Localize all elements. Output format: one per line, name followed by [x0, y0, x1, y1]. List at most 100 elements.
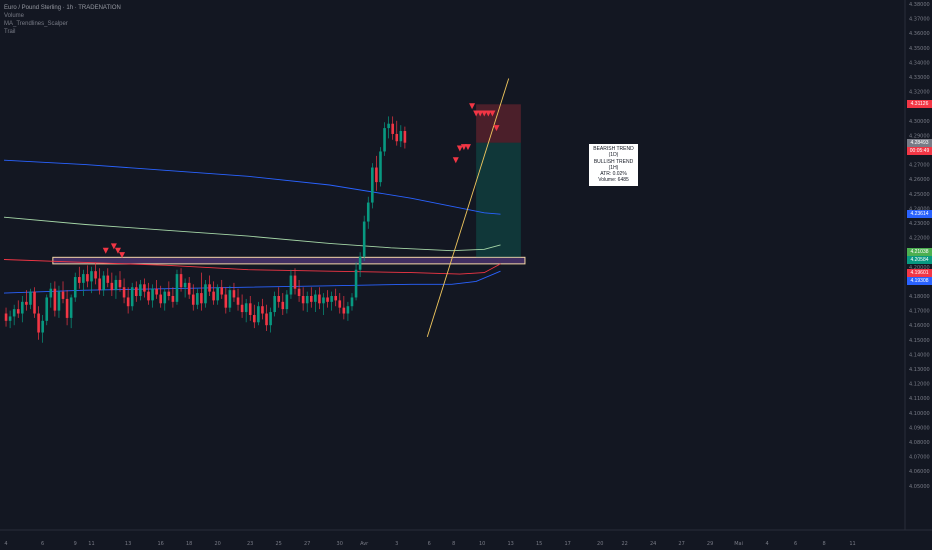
candle-body-95 — [391, 123, 394, 134]
time-tick-12: Avr — [360, 541, 369, 547]
chart-legend: Euro / Pound Sterling · 1h · TRADENATION… — [4, 4, 121, 36]
sell-signal-marker-0 — [102, 247, 109, 254]
candle-body-41 — [171, 296, 175, 302]
candle-body-39 — [163, 291, 167, 304]
candle-body-51 — [212, 291, 215, 301]
candle-body-91 — [375, 167, 378, 183]
candle-body-49 — [204, 284, 207, 304]
candle-body-31 — [130, 287, 134, 307]
price-tick-23: 4.15000 — [909, 338, 930, 344]
candle-body-43 — [179, 274, 183, 288]
candle-body-38 — [159, 294, 162, 304]
candle-body-69 — [285, 294, 289, 310]
candle-body-53 — [220, 287, 224, 295]
zone-0 — [52, 256, 526, 265]
candle-body-83 — [342, 307, 346, 314]
price-tag-7: 4.19308 — [907, 277, 932, 286]
candle-body-65 — [269, 312, 272, 326]
candle-body-61 — [253, 314, 256, 323]
candle-body-94 — [387, 123, 390, 129]
candle-body-28 — [118, 279, 122, 288]
candle-body-35 — [147, 291, 150, 301]
price-tick-5: 4.33000 — [909, 75, 930, 81]
info-line-volume: Volume: 6485 — [598, 177, 629, 184]
candle-body-25 — [106, 275, 110, 283]
candle-body-60 — [248, 303, 252, 315]
candle-body-14 — [61, 291, 65, 299]
candle-body-57 — [236, 297, 240, 305]
candle-body-71 — [293, 275, 297, 289]
time-tick-21: 22 — [621, 541, 627, 547]
candle-body-4 — [21, 301, 24, 314]
candle-body-33 — [139, 284, 142, 296]
price-tick-33: 4.05000 — [909, 484, 930, 490]
candle-body-56 — [232, 290, 236, 298]
sell-signal-marker-5 — [456, 145, 463, 152]
candle-body-46 — [191, 294, 195, 305]
chart-canvas[interactable]: 4.38000 4.37000 4.36000 4.35000 4.34000 4.330… — [0, 0, 932, 550]
price-tick-31: 4.07000 — [909, 455, 930, 461]
time-tick-17: 13 — [507, 541, 513, 547]
price-tick-21: 4.17000 — [909, 309, 930, 315]
candle-body-6 — [29, 291, 32, 305]
candle-body-81 — [334, 296, 338, 301]
candle-body-97 — [399, 131, 403, 142]
candle-body-86 — [354, 269, 358, 298]
time-tick-11: 30 — [337, 541, 343, 547]
candle-body-62 — [257, 306, 260, 323]
candle-body-77 — [318, 294, 321, 304]
moving-average-1 — [3, 216, 501, 252]
candle-body-2 — [12, 309, 16, 317]
candle-body-96 — [395, 133, 399, 142]
time-tick-10: 27 — [304, 541, 310, 547]
time-tick-24: 29 — [707, 541, 713, 547]
legend-indicator-trail[interactable]: Trail — [4, 28, 121, 36]
candle-body-59 — [244, 303, 248, 313]
candle-body-50 — [208, 284, 211, 292]
price-tick-16: 4.22000 — [909, 236, 930, 242]
legend-symbol[interactable]: Euro / Pound Sterling · 1h · TRADENATION — [4, 4, 121, 12]
time-tick-4: 13 — [125, 541, 131, 547]
candle-body-45 — [187, 282, 191, 295]
candle-body-24 — [102, 275, 106, 291]
candle-body-26 — [110, 282, 114, 291]
price-tag-4: 4.21038 — [907, 247, 932, 256]
time-tick-19: 17 — [564, 541, 570, 547]
price-tick-8: 4.30000 — [909, 119, 930, 125]
time-tick-2: 9 — [74, 541, 77, 547]
price-tick-2: 4.36000 — [909, 31, 930, 37]
price-tick-11: 4.27000 — [909, 163, 930, 169]
candle-body-18 — [77, 277, 81, 283]
price-tick-4: 4.34000 — [909, 60, 930, 66]
candle-body-7 — [33, 291, 36, 314]
price-tag-6: 4.19601 — [907, 268, 932, 277]
candle-body-87 — [358, 256, 362, 270]
candle-body-98 — [403, 131, 407, 143]
legend-indicator-ma[interactable]: MA_Trendlines_Scalper — [4, 20, 121, 28]
candle-body-85 — [350, 297, 354, 307]
candle-body-93 — [383, 128, 386, 152]
candle-body-55 — [228, 290, 232, 308]
price-tag-3: 4.23614 — [907, 210, 932, 219]
time-tick-26: 4 — [765, 541, 768, 547]
price-tick-25: 4.13000 — [909, 367, 930, 373]
candle-body-11 — [49, 288, 53, 298]
legend-indicator-volume[interactable]: Volume — [4, 12, 121, 20]
price-tick-13: 4.25000 — [909, 192, 930, 198]
candle-body-82 — [338, 300, 342, 308]
time-tick-5: 16 — [157, 541, 163, 547]
price-tag-5: 4.20584 — [907, 256, 932, 265]
info-line-hourly-trend: BULLISH TREND (1H) — [593, 158, 634, 171]
time-tick-25: Mai — [734, 541, 743, 547]
candle-body-64 — [265, 313, 268, 326]
candle-body-66 — [273, 296, 276, 313]
candle-body-63 — [261, 306, 264, 314]
price-tick-30: 4.08000 — [909, 440, 930, 446]
candle-body-42 — [175, 274, 179, 302]
time-tick-14: 6 — [428, 541, 431, 547]
price-tick-1: 4.37000 — [909, 17, 930, 23]
price-tick-20: 4.18000 — [909, 294, 930, 300]
candle-body-88 — [362, 221, 366, 257]
candle-body-44 — [183, 282, 187, 288]
time-tick-13: 3 — [395, 541, 398, 547]
